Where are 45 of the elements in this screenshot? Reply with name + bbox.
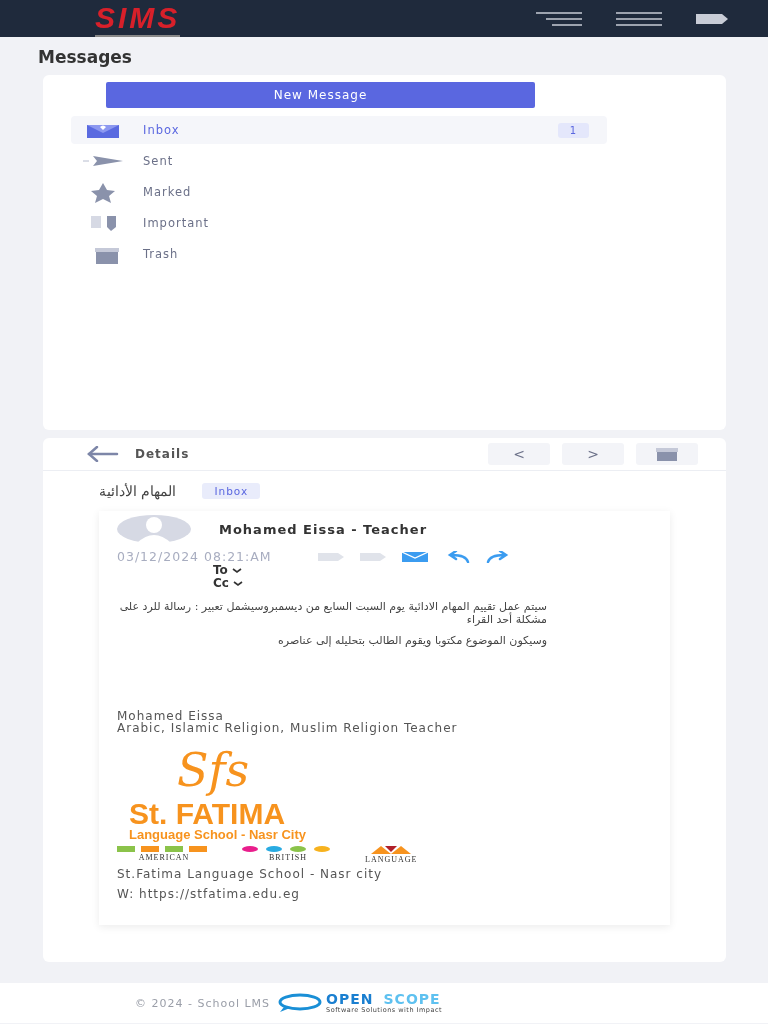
- folder-item[interactable]: Important: [71, 209, 607, 237]
- recipient-toggle[interactable]: Cc: [213, 577, 243, 590]
- envelope-icon[interactable]: [401, 551, 428, 562]
- folder-item[interactable]: Inbox 1: [71, 116, 607, 144]
- message-date: 03/12/2024 08:21:AM: [117, 549, 272, 564]
- previous-button[interactable]: <: [488, 443, 550, 465]
- chevron-down-icon: [232, 581, 243, 586]
- triangles-icon: [371, 846, 412, 854]
- app-logo: SIMS: [95, 0, 181, 37]
- next-button[interactable]: >: [562, 443, 624, 465]
- brand-name: OPEN: [326, 992, 374, 1006]
- copyright-text: © 2024 - School LMS: [135, 996, 271, 1010]
- message-subject: المهام الأدائية: [99, 483, 177, 499]
- chevron-down-icon: [231, 568, 242, 573]
- monogram-logo: Sfs: [177, 742, 251, 799]
- signature-text: Arabic, Islamic Religion, Muslim Religion Teacher: [117, 722, 459, 734]
- message-text: سيتم عمل تقييم المهام الادائية يوم السبت السابع من ديسمبروسيشمل تعبير : رسالة للرد على مشكلة أحد القراء: [118, 600, 547, 626]
- school-subtitle: Language School - Nasr City: [129, 828, 307, 842]
- track-label: LANGUAGE: [365, 855, 418, 864]
- trash-icon: [656, 447, 678, 461]
- website-text: W: https://stfatima.edu.eg: [117, 888, 301, 900]
- folder-item[interactable]: Sent: [71, 147, 607, 175]
- avatar-icon: [117, 515, 191, 543]
- message-text: وسيكون الموضوع مكتوبا ويقوم الطالب بتحليله إلى عناصره: [277, 634, 547, 647]
- new-message-button[interactable]: New Message: [106, 82, 535, 108]
- tag-icon[interactable]: [696, 11, 728, 26]
- paper-plane-icon: [83, 156, 123, 166]
- delete-button[interactable]: [636, 443, 698, 465]
- bookmark-icon: [90, 215, 116, 231]
- folder-item[interactable]: Trash: [71, 240, 607, 268]
- sender-name: Mohamed Eissa - Teacher: [219, 521, 428, 537]
- school-name: St. FATIMA: [129, 800, 287, 828]
- details-title: Details: [135, 447, 190, 461]
- track-label: BRITISH: [268, 853, 308, 862]
- track-label: AMERICAN: [138, 853, 190, 862]
- folder-item[interactable]: Marked: [71, 178, 607, 206]
- page-title: Messages: [38, 46, 133, 69]
- speech-bubble-icon: [278, 993, 323, 1013]
- brand-name: SCOPE: [383, 992, 441, 1006]
- school-name-text: St.Fatima Language School - Nasr city: [117, 868, 384, 880]
- signature-text: Mohamed Eissa: [117, 710, 225, 722]
- recipient-toggle[interactable]: To: [213, 564, 242, 577]
- back-arrow-icon[interactable]: [87, 446, 119, 462]
- folder-tag: Inbox: [202, 483, 261, 499]
- unread-count: 1: [557, 122, 589, 138]
